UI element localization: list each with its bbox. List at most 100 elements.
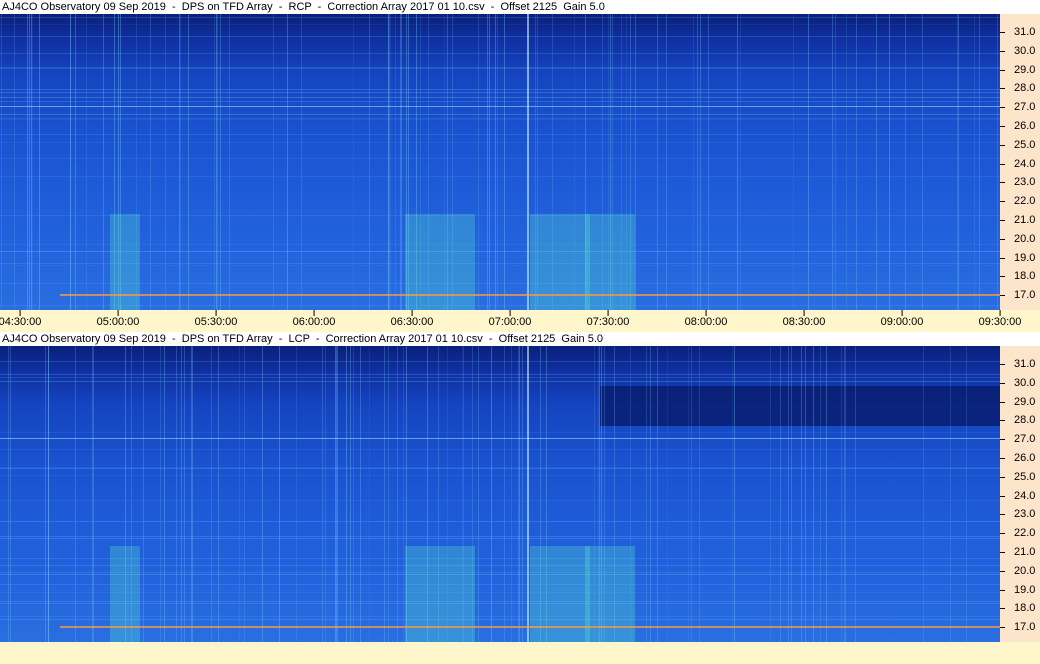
- interference-streak: [45, 346, 46, 642]
- interference-streak: [181, 346, 182, 642]
- interference-streak: [160, 346, 161, 642]
- rcp-spectrogram[interactable]: [0, 14, 1000, 310]
- interference-streak: [522, 346, 523, 642]
- rcp-spectrogram-svg: [0, 14, 1000, 310]
- carrier-line: [0, 176, 1000, 177]
- carrier-line: [0, 92, 1000, 93]
- interference-streak: [369, 346, 370, 642]
- lcp-x-axis: [0, 642, 1040, 664]
- carrier-line: [0, 134, 1000, 135]
- lcp-panel: AJ4CO Observatory 09 Sep 2019 - DPS on T…: [0, 332, 1040, 664]
- lcp-y-axis: 31.0 30.0 29.0 28.0 27.0 26.0 25.0 24.0 23.0 22.0…: [1000, 346, 1040, 642]
- interference-streak: [820, 346, 821, 642]
- interference-streak: [844, 346, 845, 642]
- carrier-line: [0, 283, 1000, 284]
- carrier-line: [0, 381, 1000, 382]
- carrier-line: [0, 158, 1000, 159]
- lcp-spectrogram-svg: [0, 346, 1000, 642]
- carrier-line: [0, 17, 1000, 18]
- interference-streak: [92, 346, 93, 642]
- interference-streak: [657, 346, 658, 642]
- rcp-panel-title: AJ4CO Observatory 09 Sep 2019 - DPS on T…: [2, 1, 605, 13]
- x-tick-label: 08:00:00: [685, 310, 727, 328]
- carrier-line: [0, 377, 1000, 378]
- interference-streak: [244, 346, 245, 642]
- interference-streak: [780, 346, 781, 642]
- carrier-line: [0, 265, 1000, 266]
- carrier-line: [0, 305, 1000, 306]
- x-tick-label: 08:30:00: [783, 310, 825, 328]
- carrier-line: [0, 97, 1000, 98]
- center-marker: [527, 14, 529, 310]
- carrier-line: [0, 572, 1000, 573]
- interference-streak: [788, 346, 789, 642]
- interference-streak: [184, 346, 185, 642]
- interference-streak: [667, 346, 668, 642]
- x-tick-label: 05:30:00: [195, 310, 237, 328]
- carrier-line: [0, 467, 1000, 468]
- carrier-line: [0, 601, 1000, 602]
- carrier-line: [0, 449, 1000, 450]
- interference-streak: [791, 346, 792, 642]
- carrier-line: [0, 538, 1000, 539]
- interference-streak: [325, 346, 326, 642]
- lcp-spectrogram[interactable]: [0, 346, 1000, 642]
- carrier-line: [0, 119, 1000, 120]
- interference-streak: [337, 346, 338, 642]
- carrier-line: [0, 263, 1000, 264]
- carrier-line: [0, 619, 1000, 620]
- interference-streak: [279, 346, 280, 642]
- carrier-line: [0, 251, 1000, 252]
- carrier-line: [0, 36, 1000, 37]
- interference-streak: [801, 346, 802, 642]
- interference-streak: [770, 346, 771, 642]
- carrier-line: [0, 558, 1000, 559]
- interference-streak: [350, 346, 351, 642]
- carrier-line: [0, 592, 1000, 593]
- carrier-line: [0, 68, 1000, 69]
- interference-streak: [826, 346, 827, 642]
- rcp-panel: AJ4CO Observatory 09 Sep 2019 - DPS on T…: [0, 0, 1040, 332]
- carrier-line: [0, 603, 1000, 604]
- carrier-line: [0, 565, 1000, 566]
- interference-streak: [262, 346, 263, 642]
- carrier-line: [0, 142, 1000, 143]
- carrier-line: [0, 361, 1000, 362]
- interference-streak: [10, 346, 11, 642]
- carrier-line: [0, 468, 1000, 469]
- carrier-line: [0, 500, 1000, 501]
- interference-streak: [950, 346, 951, 642]
- interference-streak: [699, 346, 700, 642]
- interference-streak: [403, 346, 404, 642]
- interference-streak: [8, 346, 9, 642]
- x-tick-label: 09:30:00: [979, 310, 1021, 328]
- interference-streak: [335, 346, 336, 642]
- lcp-panel-title: AJ4CO Observatory 09 Sep 2019 - DPS on T…: [2, 333, 603, 345]
- interference-streak: [384, 346, 385, 642]
- x-tick-label: 09:00:00: [881, 310, 923, 328]
- interference-streak: [218, 346, 219, 642]
- interference-streak: [491, 346, 492, 642]
- interference-streak: [48, 346, 49, 642]
- interference-streak: [346, 346, 347, 642]
- interference-streak: [805, 346, 806, 642]
- carrier-line: [0, 584, 1000, 585]
- carrier-line: [0, 536, 1000, 537]
- interference-streak: [478, 346, 479, 642]
- interference-streak: [734, 346, 735, 642]
- interference-streak: [646, 346, 647, 642]
- carrier-line: [0, 215, 1000, 216]
- carrier-27mhz: [0, 106, 1000, 107]
- x-tick-label: 07:00:00: [489, 310, 531, 328]
- x-tick-label: 04:30:00: [0, 310, 41, 328]
- interference-streak: [511, 346, 512, 642]
- interference-streak: [518, 346, 519, 642]
- band-17mhz: [60, 626, 1000, 628]
- interference-streak: [397, 346, 398, 642]
- interference-streak: [519, 346, 520, 642]
- interference-streak: [688, 346, 689, 642]
- interference-streak: [360, 346, 361, 642]
- interference-streak: [923, 346, 924, 642]
- carrier-line: [0, 24, 1000, 25]
- interference-streak: [353, 346, 354, 642]
